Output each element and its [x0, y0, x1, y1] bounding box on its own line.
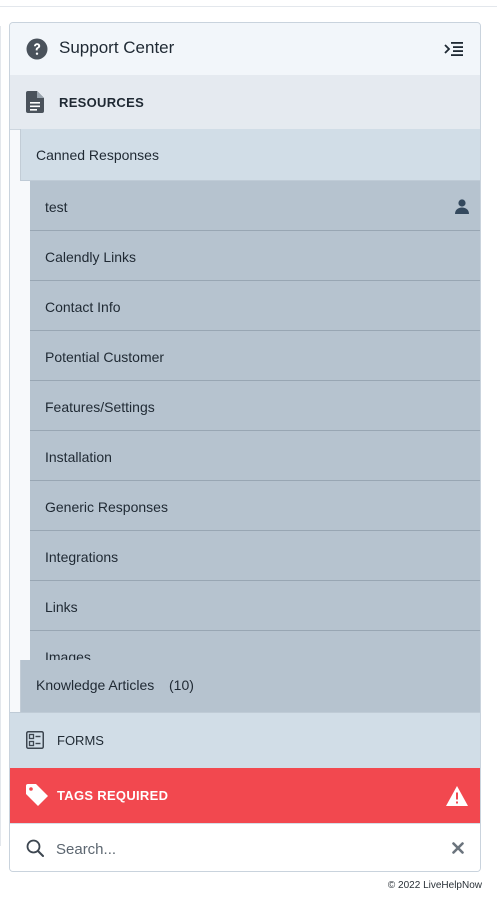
canned-responses-label: Canned Responses — [36, 147, 159, 163]
support-center-panel: Support Center RESOURCES Canned Response… — [9, 22, 481, 872]
canned-responses-list[interactable]: test Calendly Links Contact Info Potenti… — [30, 181, 480, 661]
knowledge-articles-label: Knowledge Articles — [36, 677, 155, 693]
list-item-label: Contact Info — [45, 299, 121, 315]
resources-label: RESOURCES — [59, 95, 145, 110]
tag-icon — [26, 784, 48, 806]
list-item-potential-customer[interactable]: Potential Customer — [30, 331, 480, 381]
list-item-contact-info[interactable]: Contact Info — [30, 281, 480, 331]
footer-copyright: © 2022 LiveHelpNow — [387, 880, 482, 891]
tags-required-label: TAGS REQUIRED — [57, 788, 169, 803]
list-item-label: Installation — [45, 449, 112, 465]
forms-section-header[interactable]: FORMS — [10, 712, 480, 768]
search-bar — [10, 823, 480, 871]
user-icon — [455, 199, 469, 214]
knowledge-articles-header[interactable]: Knowledge Articles (10) — [20, 660, 480, 712]
left-divider — [0, 26, 1, 846]
list-item-installation[interactable]: Installation — [30, 431, 480, 481]
list-item-integrations[interactable]: Integrations — [30, 531, 480, 581]
forms-label: FORMS — [57, 733, 104, 748]
panel-header: Support Center — [10, 23, 480, 76]
question-circle-icon[interactable] — [26, 38, 48, 60]
list-item-features-settings[interactable]: Features/Settings — [30, 381, 480, 431]
list-item-label: test — [45, 199, 68, 215]
panel-title: Support Center — [59, 38, 175, 57]
resources-section-header[interactable]: RESOURCES — [10, 75, 480, 130]
list-item-generic-responses[interactable]: Generic Responses — [30, 481, 480, 531]
form-list-icon — [26, 731, 44, 749]
resources-content: Canned Responses test Calendly Links Con… — [20, 129, 480, 712]
list-item-label: Links — [45, 599, 78, 615]
knowledge-articles-count: (10) — [169, 677, 194, 693]
indent-collapse-icon[interactable] — [444, 40, 464, 58]
top-divider — [0, 6, 497, 7]
list-item-label: Calendly Links — [45, 249, 137, 265]
list-item-label: Features/Settings — [45, 399, 155, 415]
list-item-test[interactable]: test — [30, 181, 480, 231]
search-icon — [26, 839, 44, 857]
list-item-images[interactable]: Images — [30, 631, 480, 661]
canned-responses-header[interactable]: Canned Responses — [20, 129, 480, 181]
list-item-label: Integrations — [45, 549, 119, 565]
search-input[interactable] — [54, 834, 428, 864]
close-x-icon[interactable] — [452, 842, 464, 854]
tags-required-bar[interactable]: TAGS REQUIRED — [10, 768, 480, 823]
list-item-label: Potential Customer — [45, 349, 165, 365]
list-item-calendly-links[interactable]: Calendly Links — [30, 231, 480, 281]
list-item-label: Generic Responses — [45, 499, 168, 515]
list-item-links[interactable]: Links — [30, 581, 480, 631]
warning-triangle-icon — [446, 786, 468, 806]
document-icon — [26, 91, 44, 113]
